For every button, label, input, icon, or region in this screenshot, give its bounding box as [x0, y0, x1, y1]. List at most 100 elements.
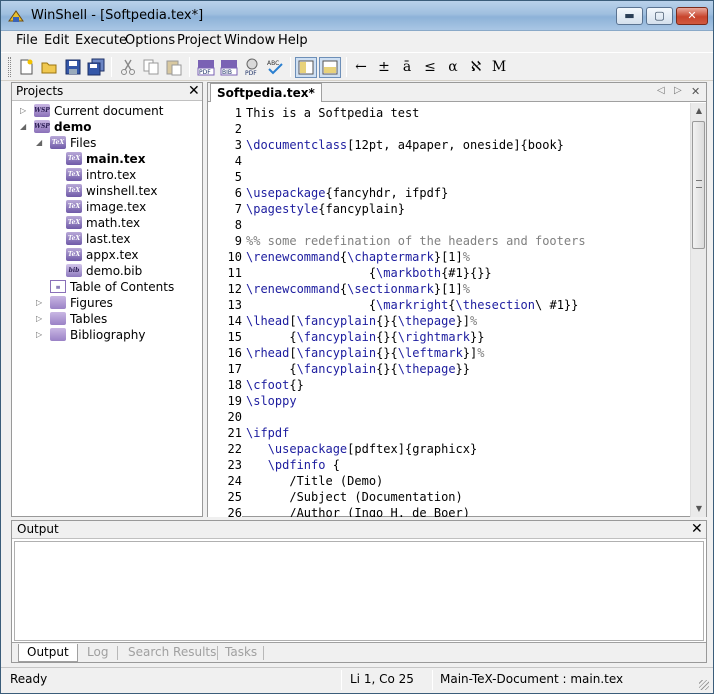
tree-item[interactable]: ▷ Figures: [36, 295, 200, 311]
code-line[interactable]: \rhead[\fancyplain{}{\leftmark}]%: [246, 345, 484, 361]
code-text-area[interactable]: This is a Softpedia test \documentclass[1…: [246, 103, 690, 517]
symbol-alpha-button[interactable]: α: [445, 58, 461, 76]
tab-output[interactable]: Output: [18, 644, 78, 662]
line-number: 6: [234, 186, 242, 200]
resize-grip[interactable]: [699, 680, 709, 690]
tree-expander-icon[interactable]: ▷: [20, 106, 29, 116]
symbol-a-bar-button[interactable]: ā: [399, 58, 415, 76]
line-number: 23: [227, 458, 242, 472]
tree-item[interactable]: TeX image.tex: [52, 199, 200, 215]
symbol-plus-minus-button[interactable]: ±: [376, 58, 392, 76]
code-line[interactable]: \renewcommand{\chaptermark}[1]%: [246, 249, 470, 265]
menu-project[interactable]: Project: [177, 33, 221, 48]
menu-options[interactable]: Options: [125, 33, 175, 48]
code-line[interactable]: /Subject (Documentation): [246, 489, 462, 505]
menu-help[interactable]: Help: [278, 33, 308, 48]
tab-close-icon[interactable]: ✕: [691, 85, 700, 98]
close-window-button[interactable]: ✕: [676, 7, 708, 25]
code-line[interactable]: \pdfinfo {: [246, 457, 340, 473]
output-panel-close-icon[interactable]: ✕: [691, 521, 703, 538]
code-line[interactable]: \pagestyle{fancyplain}: [246, 201, 405, 217]
symbol-arrow-left-button[interactable]: ←: [353, 58, 369, 76]
close-icon: ✕: [687, 9, 697, 22]
new-file-icon[interactable]: [17, 58, 35, 76]
code-line[interactable]: \documentclass[12pt, a4paper, oneside]{b…: [246, 137, 564, 153]
tree-item[interactable]: TeX intro.tex: [52, 167, 200, 183]
maximize-button[interactable]: ▢: [646, 7, 673, 25]
tab-next-icon[interactable]: ▷: [674, 85, 682, 96]
code-line[interactable]: \lhead[\fancyplain{}{\thepage}]%: [246, 313, 477, 329]
minimize-button[interactable]: ▬: [616, 7, 643, 25]
code-line[interactable]: {\fancyplain{}{\thepage}}: [246, 361, 470, 377]
layout-split-horizontal-button[interactable]: [319, 57, 341, 78]
open-folder-icon[interactable]: [40, 58, 58, 76]
tree-item[interactable]: ▷ WSP Current document: [20, 103, 200, 119]
tree-item[interactable]: TeX appx.tex: [52, 247, 200, 263]
cut-icon[interactable]: [119, 58, 137, 76]
bibtex-icon[interactable]: BIB: [220, 58, 238, 76]
latex-pdf-icon[interactable]: PDF: [197, 58, 215, 76]
winshell-window: WinShell - [Softpedia.tex*] ▬ ▢ ✕ File E…: [0, 0, 714, 694]
tree-item-label: Bibliography: [70, 328, 146, 342]
tree-item[interactable]: ▷ Tables: [36, 311, 200, 327]
symbol-aleph-button[interactable]: ℵ: [468, 58, 484, 76]
output-text-area[interactable]: [14, 541, 704, 641]
scroll-thumb[interactable]: [692, 121, 705, 249]
code-line[interactable]: \cfoot{}: [246, 377, 304, 393]
save-all-icon[interactable]: [87, 58, 105, 76]
tree-item[interactable]: TeX math.tex: [52, 215, 200, 231]
symbol-m-button[interactable]: M: [491, 58, 507, 76]
tree-expander-icon[interactable]: ▷: [36, 298, 45, 308]
spellcheck-icon[interactable]: ABC: [266, 58, 284, 76]
code-line[interactable]: \usepackage[pdftex]{graphicx}: [246, 441, 478, 457]
tree-item[interactable]: TeX main.tex: [52, 151, 200, 167]
pdf-view-icon[interactable]: PDF: [243, 58, 261, 76]
scroll-up-icon[interactable]: ▲: [691, 103, 707, 119]
copy-icon[interactable]: [142, 58, 160, 76]
code-line[interactable]: \usepackage{fancyhdr, ifpdf}: [246, 185, 448, 201]
line-number: 19: [227, 394, 242, 408]
code-line[interactable]: %% some redefination of the headers and …: [246, 233, 586, 249]
menu-execute[interactable]: Execute: [75, 33, 127, 48]
code-line[interactable]: This is a Softpedia test: [246, 105, 419, 121]
tab-prev-icon[interactable]: ◁: [657, 85, 665, 96]
tree-item[interactable]: ▷ Bibliography: [36, 327, 200, 343]
tree-expander-icon[interactable]: ▷: [36, 314, 45, 324]
code-line[interactable]: /Title (Demo): [246, 473, 383, 489]
tree-item[interactable]: ◢ TeX Files: [36, 135, 200, 151]
tab-log[interactable]: Log: [79, 644, 116, 662]
menu-edit[interactable]: Edit: [44, 33, 69, 48]
toolbar-grip[interactable]: [8, 57, 11, 77]
tree-item[interactable]: ≡ Table of Contents: [36, 279, 200, 295]
tree-item[interactable]: bib demo.bib: [52, 263, 200, 279]
menu-window[interactable]: Window: [224, 33, 275, 48]
tree-item[interactable]: TeX last.tex: [52, 231, 200, 247]
menu-file[interactable]: File: [16, 33, 38, 48]
code-line[interactable]: {\fancyplain{}{\rightmark}}: [246, 329, 484, 345]
code-line[interactable]: \sloppy: [246, 393, 297, 409]
code-line[interactable]: {\markboth{#1}{}}: [246, 265, 492, 281]
tab-search-results[interactable]: Search Results: [120, 644, 224, 662]
tree-expander-icon[interactable]: ◢: [20, 122, 29, 132]
save-icon[interactable]: [64, 58, 82, 76]
tree-item[interactable]: TeX winshell.tex: [52, 183, 200, 199]
code-line[interactable]: \renewcommand{\sectionmark}[1]%: [246, 281, 470, 297]
tree-item-label: Files: [70, 136, 97, 150]
editor-vertical-scrollbar[interactable]: ▲ ▼: [690, 103, 706, 517]
tree-expander-icon[interactable]: ◢: [36, 138, 45, 148]
code-line[interactable]: \ifpdf: [246, 425, 289, 441]
code-line[interactable]: /Author (Ingo H. de Boer): [246, 505, 470, 517]
tab-tasks[interactable]: Tasks: [217, 644, 265, 662]
document-icon: [50, 328, 66, 341]
paste-icon[interactable]: [165, 58, 183, 76]
tree-expander-icon[interactable]: ▷: [36, 330, 45, 340]
status-bar: Ready Li 1, Co 25 Main-TeX-Document : ma…: [1, 667, 713, 693]
title-bar[interactable]: WinShell - [Softpedia.tex*] ▬ ▢ ✕: [1, 1, 713, 31]
tab-softpedia-tex[interactable]: Softpedia.tex*: [210, 83, 322, 102]
symbol-less-equal-button[interactable]: ≤: [422, 58, 438, 76]
scroll-down-icon[interactable]: ▼: [691, 501, 707, 517]
code-line[interactable]: {\markright{\thesection\ #1}}: [246, 297, 579, 313]
tree-item[interactable]: ◢ WSP demo: [20, 119, 200, 135]
layout-split-vertical-button[interactable]: [295, 57, 317, 78]
projects-panel-close-icon[interactable]: ✕: [188, 83, 200, 100]
